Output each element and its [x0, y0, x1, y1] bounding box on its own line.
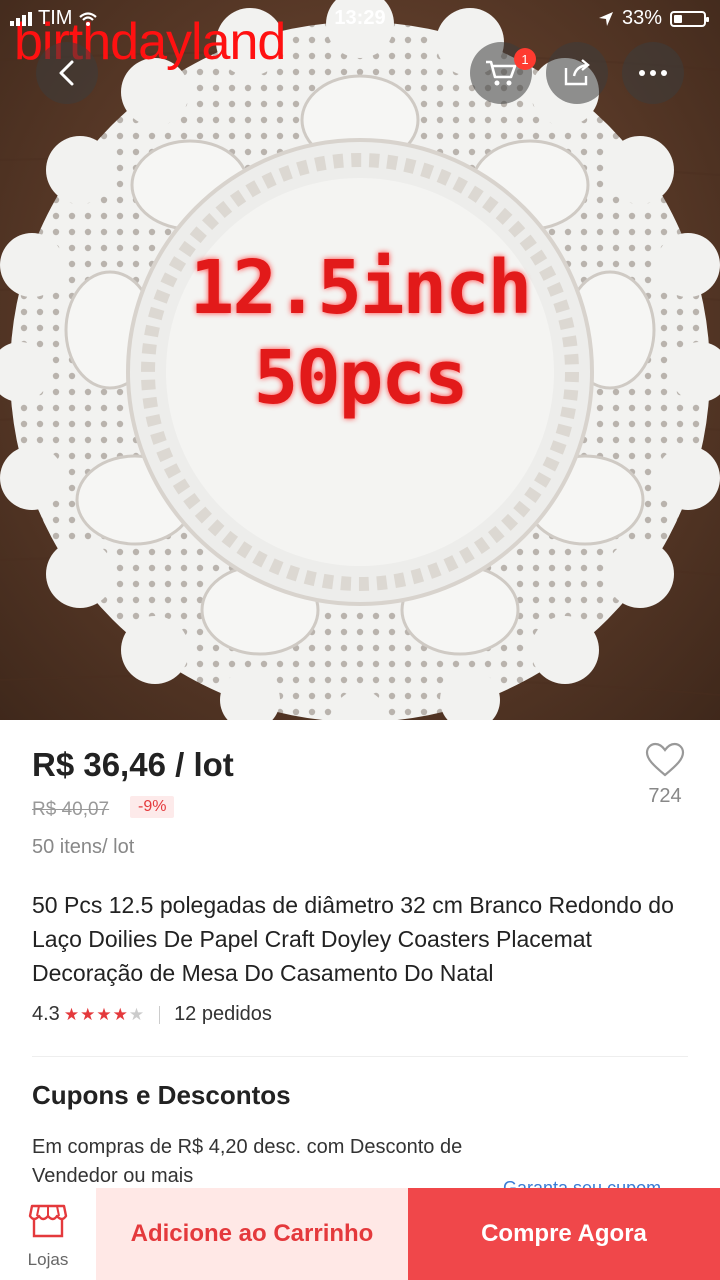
more-button[interactable]: [622, 42, 684, 104]
product-price: R$ 36,46 / lot: [32, 746, 234, 783]
add-to-cart-button[interactable]: Adicione ao Carrinho: [96, 1188, 408, 1280]
original-price: R$ 40,07: [32, 799, 110, 820]
star-rating: ★ ★ ★ ★ ★: [64, 1005, 145, 1025]
rating-value: 4.3: [32, 1003, 60, 1025]
coupons-title: Cupons e Descontos: [32, 1080, 291, 1110]
share-icon: [564, 59, 590, 86]
heart-icon: [645, 742, 685, 777]
status-right: 33%: [598, 7, 709, 30]
product-title: 50 Pcs 12.5 polegadas de diâmetro 32 cm …: [32, 892, 674, 986]
buy-now-button[interactable]: Compre Agora: [408, 1188, 720, 1280]
divider: [32, 1056, 688, 1057]
separator: [159, 1005, 161, 1024]
battery-icon: [670, 10, 709, 27]
discount-badge: -9%: [130, 796, 175, 818]
unit-info: 50 itens/ lot: [32, 836, 135, 858]
back-button[interactable]: [36, 42, 98, 104]
status-bar: TIM 13:29 33%: [0, 0, 720, 38]
rating-row[interactable]: 4.3 ★ ★ ★ ★ ★ 12 pedidos: [32, 1003, 272, 1026]
star-filled-icon: ★: [112, 1004, 129, 1024]
stores-label: Lojas: [27, 1250, 69, 1269]
coupon-description: Em compras de R$ 4,20 desc. com Desconto…: [32, 1136, 463, 1187]
cart-button[interactable]: 1: [470, 42, 536, 104]
quantity-banner: 50pcs: [253, 335, 469, 421]
bottom-action-bar: Lojas Adicione ao Carrinho Compre Agora: [0, 1188, 720, 1280]
product-image[interactable]: birthdayland 12.5inch 50pcs: [0, 0, 720, 720]
back-chevron-icon: [59, 60, 74, 86]
star-filled-icon: ★: [63, 1004, 81, 1024]
star-empty-icon: ★: [128, 1004, 146, 1024]
size-banner: 12.5inch: [189, 245, 532, 331]
store-icon: [28, 1204, 68, 1238]
share-button[interactable]: [546, 42, 608, 104]
wishlist-count: 724: [648, 785, 682, 807]
more-icon: [639, 70, 667, 76]
stores-button[interactable]: Lojas: [0, 1188, 96, 1280]
orders-count: 12 pedidos: [174, 1003, 272, 1025]
star-filled-icon: ★: [80, 1004, 97, 1024]
cart-badge: 1: [514, 48, 536, 70]
cart-icon: [486, 60, 517, 86]
star-filled-icon: ★: [96, 1004, 113, 1024]
wishlist-button[interactable]: 724: [630, 742, 700, 808]
battery-percent: 33%: [621, 7, 662, 29]
location-arrow-icon: [598, 11, 613, 26]
